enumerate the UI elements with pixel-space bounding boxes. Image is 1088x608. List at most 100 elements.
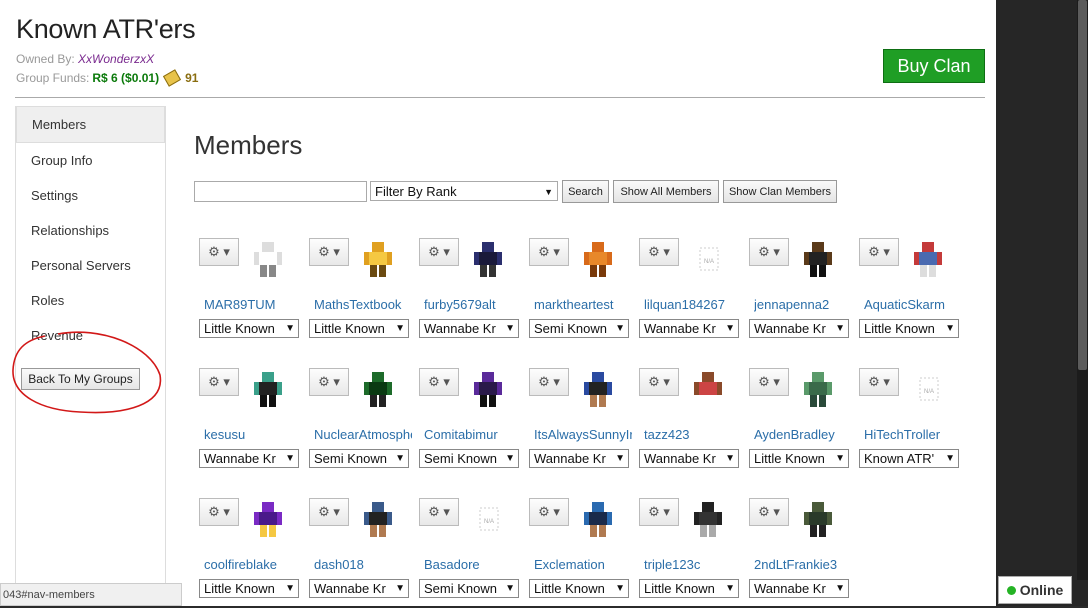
member-gear-button[interactable]: ⚙ ▾ — [639, 238, 679, 266]
member-gear-button[interactable]: ⚙ ▾ — [749, 368, 789, 396]
show-clan-members-button[interactable]: Show Clan Members — [723, 180, 837, 203]
sidebar-item-roles[interactable]: Roles — [16, 283, 165, 318]
member-avatar[interactable]: N/A — [911, 370, 945, 410]
member-rank-select[interactable]: Wannabe Kr ▼ — [749, 319, 849, 338]
member-name[interactable]: kesusu — [204, 427, 302, 442]
member-card: ⚙ ▾ ItsAlwaysSunnyIr Wannabe Kr ▼ — [529, 368, 632, 478]
search-button[interactable]: Search — [562, 180, 609, 203]
member-gear-button[interactable]: ⚙ ▾ — [639, 368, 679, 396]
member-gear-button[interactable]: ⚙ ▾ — [529, 368, 569, 396]
member-avatar[interactable] — [251, 370, 285, 410]
member-gear-button[interactable]: ⚙ ▾ — [639, 498, 679, 526]
member-gear-button[interactable]: ⚙ ▾ — [529, 498, 569, 526]
member-name[interactable]: coolfireblake — [204, 557, 302, 572]
sidebar-item-relationships[interactable]: Relationships — [16, 213, 165, 248]
member-name[interactable]: AydenBradley — [754, 427, 852, 442]
member-avatar[interactable] — [471, 240, 505, 280]
member-avatar[interactable] — [691, 500, 725, 540]
member-avatar[interactable] — [471, 370, 505, 410]
member-name[interactable]: HiTechTroller — [864, 427, 962, 442]
member-gear-button[interactable]: ⚙ ▾ — [529, 238, 569, 266]
online-indicator[interactable]: Online — [998, 576, 1072, 604]
show-all-members-button[interactable]: Show All Members — [613, 180, 719, 203]
member-name[interactable]: MAR89TUM — [204, 297, 302, 312]
member-gear-button[interactable]: ⚙ ▾ — [419, 368, 459, 396]
sidebar-item-members[interactable]: Members — [16, 106, 165, 143]
member-name[interactable]: MathsTextbook — [314, 297, 412, 312]
member-avatar[interactable]: N/A — [691, 240, 725, 280]
member-gear-button[interactable]: ⚙ ▾ — [199, 238, 239, 266]
member-card: ⚙ ▾ furby5679alt Wannabe Kr ▼ — [419, 238, 519, 348]
member-rank-select[interactable]: Semi Known ▼ — [419, 449, 519, 468]
chevron-down-icon: ▼ — [503, 583, 515, 594]
member-avatar[interactable] — [251, 240, 285, 280]
member-rank-select[interactable]: Wannabe Kr ▼ — [639, 449, 739, 468]
member-name[interactable]: triple123c — [644, 557, 742, 572]
member-avatar[interactable] — [361, 370, 395, 410]
member-rank-select[interactable]: Wannabe Kr ▼ — [199, 449, 299, 468]
member-avatar[interactable] — [801, 370, 835, 410]
member-name[interactable]: dash018 — [314, 557, 412, 572]
member-avatar[interactable] — [581, 370, 615, 410]
member-avatar[interactable] — [801, 500, 835, 540]
search-input[interactable] — [194, 181, 367, 202]
member-name[interactable]: Basadore — [424, 557, 522, 572]
member-name[interactable]: 2ndLtFrankie3 — [754, 557, 852, 572]
member-name[interactable]: marktheartest — [534, 297, 632, 312]
member-name[interactable]: furby5679alt — [424, 297, 522, 312]
member-avatar[interactable] — [361, 500, 395, 540]
member-gear-button[interactable]: ⚙ ▾ — [309, 368, 349, 396]
member-gear-button[interactable]: ⚙ ▾ — [859, 238, 899, 266]
member-rank-select[interactable]: Little Known ▼ — [199, 319, 299, 338]
member-avatar[interactable] — [911, 240, 945, 280]
member-gear-button[interactable]: ⚙ ▾ — [419, 498, 459, 526]
sidebar-item-settings[interactable]: Settings — [16, 178, 165, 213]
member-name[interactable]: lilquan184267 — [644, 297, 742, 312]
member-avatar[interactable] — [361, 240, 395, 280]
buy-clan-button[interactable]: Buy Clan — [883, 49, 985, 83]
member-name[interactable]: Comitabimur — [424, 427, 522, 442]
members-heading: Members — [194, 130, 303, 160]
member-rank-select[interactable]: Semi Known ▼ — [419, 579, 519, 598]
sidebar-item-personal-servers[interactable]: Personal Servers — [16, 248, 165, 283]
member-name[interactable]: Exclemation — [534, 557, 632, 572]
member-rank-select[interactable]: Little Known ▼ — [639, 579, 739, 598]
member-avatar[interactable] — [801, 240, 835, 280]
member-rank-select[interactable]: Little Known ▼ — [859, 319, 959, 338]
member-gear-button[interactable]: ⚙ ▾ — [749, 238, 789, 266]
member-rank-select[interactable]: Wannabe Kr ▼ — [529, 449, 629, 468]
member-gear-button[interactable]: ⚙ ▾ — [419, 238, 459, 266]
member-rank-select[interactable]: Little Known ▼ — [309, 319, 409, 338]
owner-link[interactable]: XxWonderzxX — [78, 52, 154, 66]
scrollbar-thumb[interactable] — [1078, 0, 1087, 370]
member-name[interactable]: ItsAlwaysSunnyIr — [534, 427, 632, 442]
member-name[interactable]: tazz423 — [644, 427, 742, 442]
member-avatar[interactable] — [251, 500, 285, 540]
member-avatar[interactable] — [691, 370, 725, 410]
member-name[interactable]: AquaticSkarm — [864, 297, 962, 312]
member-avatar[interactable] — [581, 240, 615, 280]
member-rank-select[interactable]: Little Known ▼ — [529, 579, 629, 598]
member-gear-button[interactable]: ⚙ ▾ — [309, 498, 349, 526]
member-rank-select[interactable]: Wannabe Kr ▼ — [639, 319, 739, 338]
member-rank-select[interactable]: Semi Known ▼ — [529, 319, 629, 338]
member-rank-select[interactable]: Little Known ▼ — [749, 449, 849, 468]
member-rank-select[interactable]: Wannabe Kr ▼ — [419, 319, 519, 338]
member-rank-select[interactable]: Little Known ▼ — [199, 579, 299, 598]
member-rank-select[interactable]: Semi Known ▼ — [309, 449, 409, 468]
filter-by-rank-select[interactable]: Filter By Rank ▼ — [370, 181, 558, 201]
member-avatar[interactable] — [581, 500, 615, 540]
chevron-down-icon: ▼ — [503, 323, 515, 334]
sidebar-item-group-info[interactable]: Group Info — [16, 143, 165, 178]
member-rank-select[interactable]: Wannabe Kr ▼ — [749, 579, 849, 598]
member-gear-button[interactable]: ⚙ ▾ — [749, 498, 789, 526]
member-rank-select[interactable]: Known ATR' ▼ — [859, 449, 959, 468]
member-avatar[interactable]: N/A — [471, 500, 505, 540]
member-gear-button[interactable]: ⚙ ▾ — [309, 238, 349, 266]
member-gear-button[interactable]: ⚙ ▾ — [199, 498, 239, 526]
member-name[interactable]: NuclearAtmosphe — [314, 427, 412, 442]
member-rank-select[interactable]: Wannabe Kr ▼ — [309, 579, 409, 598]
member-gear-button[interactable]: ⚙ ▾ — [859, 368, 899, 396]
member-name[interactable]: jennapenna2 — [754, 297, 852, 312]
member-gear-button[interactable]: ⚙ ▾ — [199, 368, 239, 396]
